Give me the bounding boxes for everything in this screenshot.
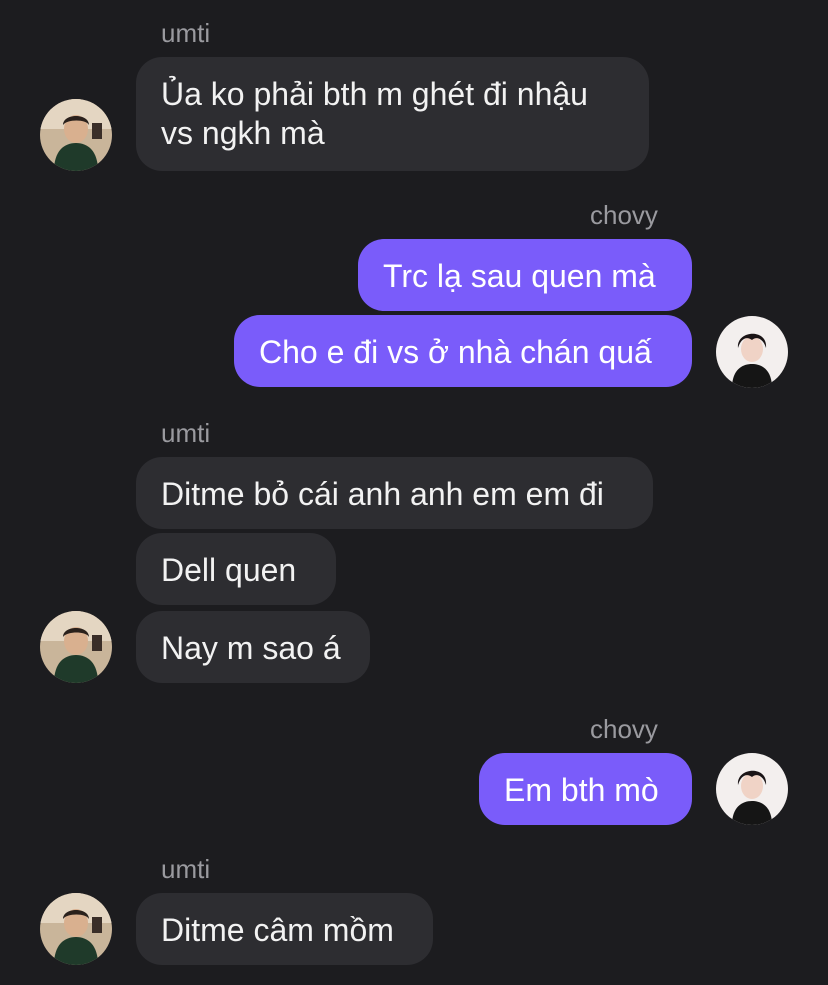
chovy-avatar[interactable] xyxy=(716,753,788,825)
incoming-message[interactable]: Ủa ko phải bth m ghét đi nhậu vs ngkh mà xyxy=(136,57,649,171)
message-line: vs ngkh mà xyxy=(161,115,325,151)
sender-name-chovy: chovy xyxy=(590,714,658,744)
incoming-message[interactable]: Ditme bỏ cái anh anh em em đi xyxy=(136,457,653,529)
sender-name-umti: umti xyxy=(161,854,211,884)
chovy-avatar[interactable] xyxy=(716,316,788,388)
incoming-message[interactable]: Ditme câm mồm xyxy=(136,893,433,965)
message-line: Ủa ko phải bth m ghét đi nhậu xyxy=(161,76,588,112)
outgoing-message[interactable]: Trc lạ sau quen mà xyxy=(358,239,692,311)
outgoing-message[interactable]: Em bth mò xyxy=(479,753,692,825)
outgoing-message[interactable]: Cho e đi vs ở nhà chán quấ xyxy=(234,315,692,387)
incoming-message[interactable]: Dell quen xyxy=(136,533,336,605)
umti-avatar[interactable] xyxy=(40,99,112,171)
sender-name-umti: umti xyxy=(161,418,211,448)
sender-name-chovy: chovy xyxy=(590,200,658,230)
incoming-message[interactable]: Nay m sao á xyxy=(136,611,370,683)
sender-name-umti: umti xyxy=(161,18,211,48)
umti-avatar[interactable] xyxy=(40,611,112,683)
umti-avatar[interactable] xyxy=(40,893,112,965)
